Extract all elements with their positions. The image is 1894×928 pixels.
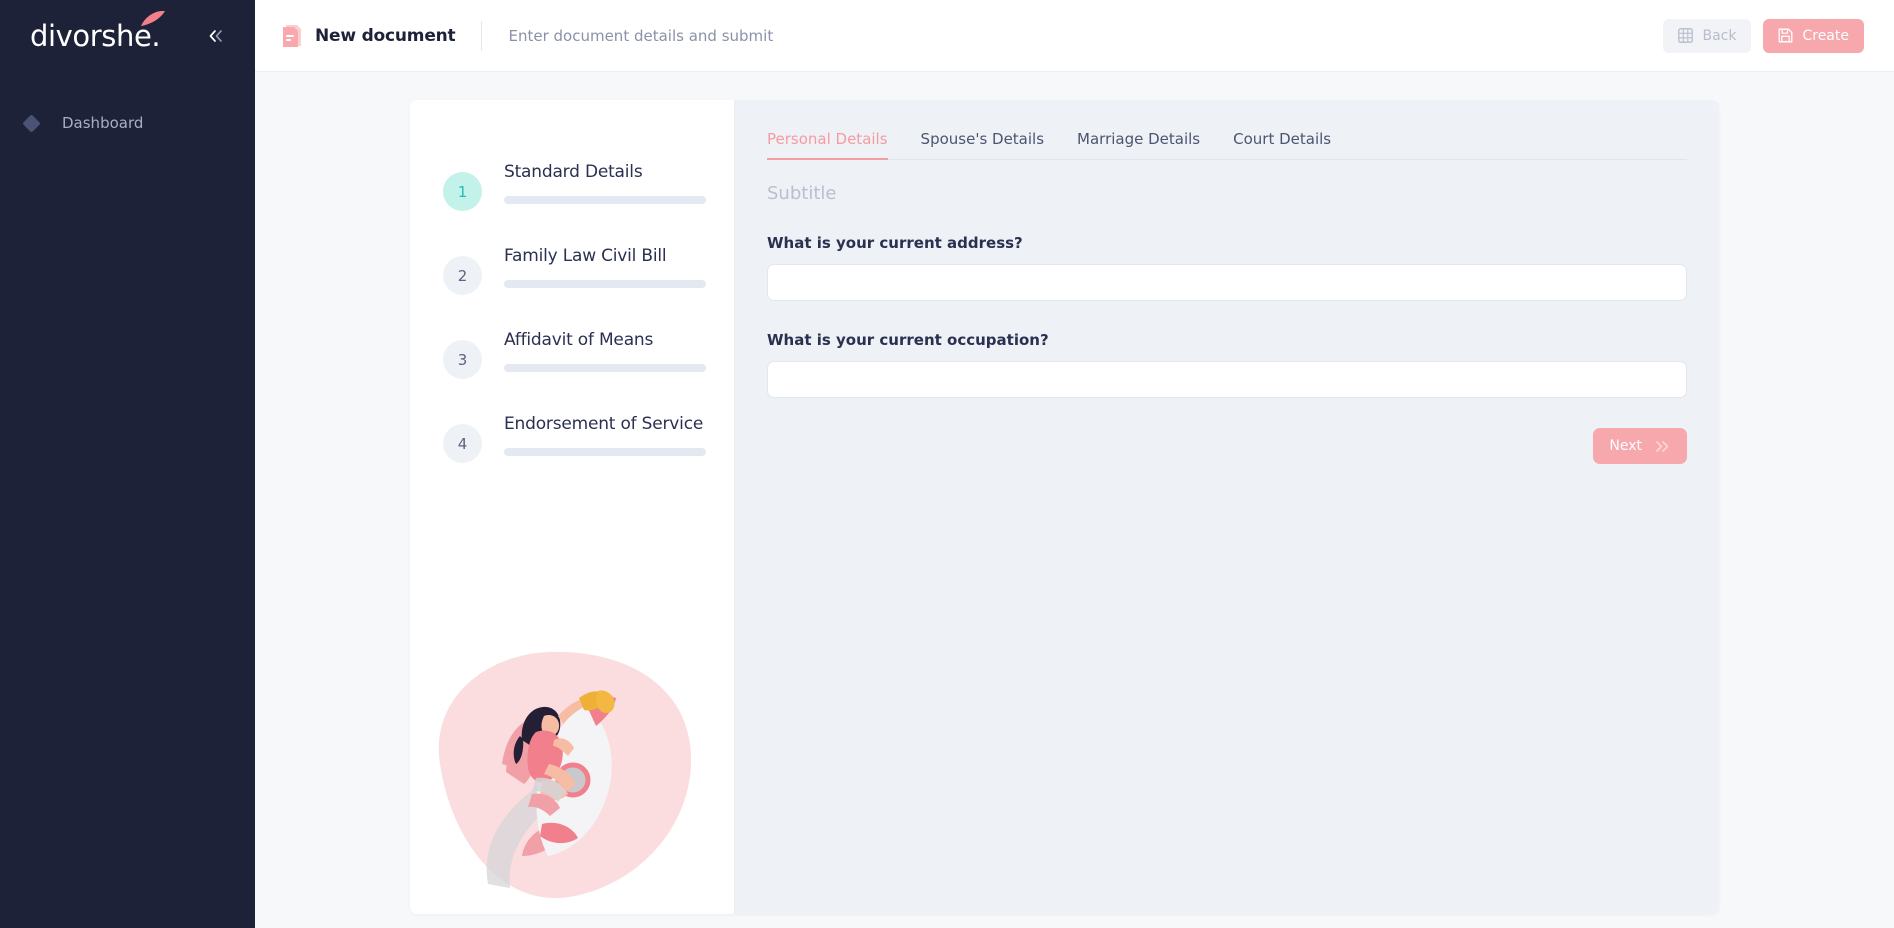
sidebar-item-label: Dashboard <box>62 114 144 132</box>
step-item-2[interactable]: 2 Family Law Civil Bill <box>410 244 734 295</box>
field-current-occupation: What is your current occupation? <box>767 331 1687 398</box>
steps-panel: 1 Standard Details 2 Family Law Civil Bi… <box>410 100 735 914</box>
save-icon <box>1779 28 1793 43</box>
tab-spouses-details[interactable]: Spouse's Details <box>921 130 1044 159</box>
step-title: Standard Details <box>504 162 643 182</box>
sidebar: divorshe. Dashboard <box>0 0 255 928</box>
chevron-double-right-icon <box>1656 440 1669 452</box>
step-body: Affidavit of Means <box>504 328 706 372</box>
form-tabs: Personal Details Spouse's Details Marria… <box>767 130 1687 160</box>
step-number-badge: 2 <box>443 256 482 295</box>
step-progress-bar <box>504 448 706 456</box>
tab-court-details[interactable]: Court Details <box>1233 130 1331 159</box>
illustration-container <box>410 644 734 914</box>
document-card: 1 Standard Details 2 Family Law Civil Bi… <box>410 100 1719 914</box>
main-area: New document Enter document details and … <box>255 0 1894 928</box>
step-item-1[interactable]: 1 Standard Details <box>410 160 734 211</box>
step-progress-bar <box>504 280 706 288</box>
next-button-label: Next <box>1609 438 1642 454</box>
create-button[interactable]: Create <box>1763 18 1864 53</box>
sidebar-nav: Dashboard <box>0 102 255 144</box>
create-button-label: Create <box>1802 27 1849 44</box>
tab-personal-details[interactable]: Personal Details <box>767 130 888 160</box>
page-title: New document <box>315 25 456 46</box>
document-icon <box>283 24 301 47</box>
step-item-4[interactable]: 4 Endorsement of Service <box>410 412 734 463</box>
sidebar-collapse-button[interactable] <box>199 19 233 53</box>
back-button[interactable]: Back <box>1663 18 1752 53</box>
form-panel: Personal Details Spouse's Details Marria… <box>735 100 1719 914</box>
form-subtitle: Subtitle <box>767 183 837 204</box>
next-button[interactable]: Next <box>1593 428 1687 464</box>
step-progress-bar <box>504 364 706 372</box>
back-button-label: Back <box>1702 27 1737 44</box>
step-number-badge: 3 <box>443 340 482 379</box>
step-title: Affidavit of Means <box>504 330 654 350</box>
page-subtitle: Enter document details and submit <box>508 26 774 45</box>
field-label: What is your current address? <box>767 234 1023 252</box>
diamond-icon <box>14 113 48 133</box>
sidebar-header: divorshe. <box>0 0 255 72</box>
current-occupation-input[interactable] <box>767 361 1687 398</box>
sidebar-item-dashboard[interactable]: Dashboard <box>0 102 255 144</box>
step-number-badge: 1 <box>443 172 482 211</box>
step-item-3[interactable]: 3 Affidavit of Means <box>410 328 734 379</box>
field-current-address: What is your current address? <box>767 234 1687 301</box>
step-title: Endorsement of Service <box>504 414 704 434</box>
app-root: divorshe. Dashboard New document Enter d… <box>0 0 1894 928</box>
topbar-divider <box>481 20 483 51</box>
step-body: Endorsement of Service <box>504 412 706 456</box>
grid-icon <box>1678 28 1694 43</box>
topbar: New document Enter document details and … <box>255 0 1894 72</box>
step-progress-bar <box>504 196 706 204</box>
wing-icon <box>141 11 166 26</box>
step-body: Family Law Civil Bill <box>504 244 706 288</box>
chevron-double-left-icon <box>209 30 222 42</box>
field-label: What is your current occupation? <box>767 331 1049 349</box>
woman-on-rocket-with-megaphone-illustration <box>438 651 692 899</box>
tab-marriage-details[interactable]: Marriage Details <box>1077 130 1200 159</box>
step-body: Standard Details <box>504 160 706 204</box>
current-address-input[interactable] <box>767 264 1687 301</box>
content-wrapper: 1 Standard Details 2 Family Law Civil Bi… <box>255 72 1894 928</box>
form-actions: Next <box>767 428 1687 464</box>
step-number-badge: 4 <box>443 424 482 463</box>
brand-logo[interactable]: divorshe. <box>30 11 166 53</box>
step-title: Family Law Civil Bill <box>504 246 667 266</box>
